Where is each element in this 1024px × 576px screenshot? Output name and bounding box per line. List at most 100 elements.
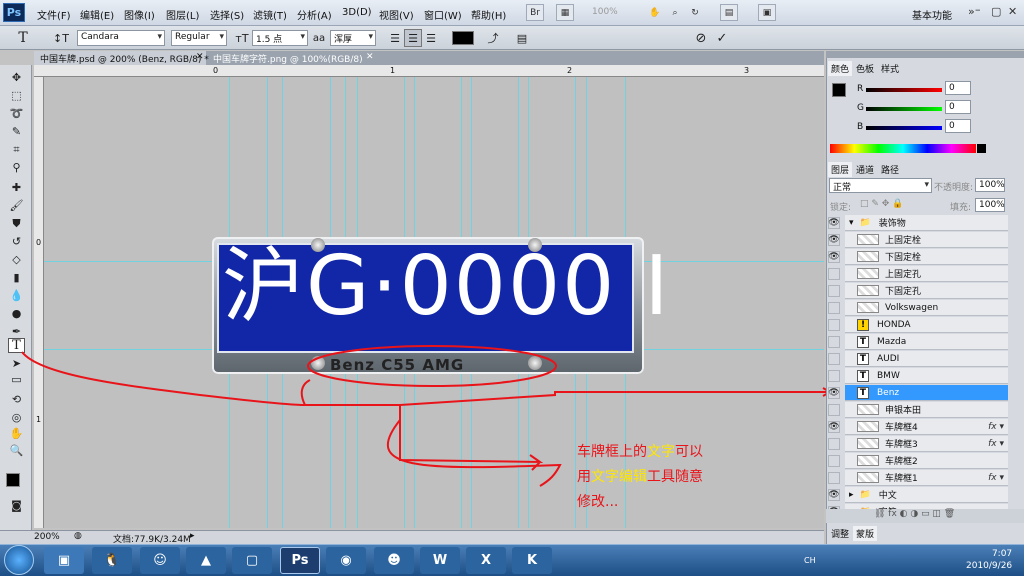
layer-visibility-toggle[interactable]: 👁 (828, 489, 840, 501)
layer-visibility-toggle[interactable] (828, 353, 840, 365)
status-info-icon[interactable]: ◍ (74, 531, 82, 541)
status-zoom[interactable]: 200% (34, 532, 60, 542)
layer-row[interactable]: 上固定栓 (845, 232, 1008, 248)
system-clock[interactable]: 7:07 2010/9/26 (966, 548, 1012, 572)
opacity-input[interactable]: 100% (975, 178, 1005, 192)
annotation-line-2: 用文字编辑工具随意 (577, 465, 703, 490)
layer-visibility-toggle[interactable] (828, 455, 840, 467)
layer-row[interactable]: 下固定孔 (845, 283, 1008, 299)
taskbar-qq-icon[interactable]: 🐧 (92, 547, 132, 574)
layer-name: AUDI (877, 353, 900, 364)
tab-color[interactable]: 颜色 (828, 61, 853, 76)
opacity-label: 不透明度: (934, 183, 974, 193)
layer-visibility-toggle[interactable] (828, 268, 840, 280)
layer-name: 车牌框2 (885, 457, 918, 467)
language-indicator[interactable]: CH (804, 556, 816, 565)
taskbar-k-icon[interactable]: K (512, 547, 552, 574)
start-button[interactable] (4, 545, 34, 575)
layer-row[interactable]: 上固定孔 (845, 266, 1008, 282)
layer-row[interactable]: T BMW (845, 368, 1008, 384)
layer-name: Benz (877, 387, 900, 398)
layer-visibility-toggle[interactable]: 👁 (828, 217, 840, 229)
layer-thumbnail (857, 251, 879, 262)
layer-name: 车牌框1 (885, 474, 918, 484)
tab-channels[interactable]: 通道 (853, 162, 877, 177)
layer-thumbnail (857, 438, 879, 449)
taskbar-window-icon[interactable]: ▢ (232, 547, 272, 574)
layer-visibility-toggle[interactable]: 👁 (828, 234, 840, 246)
layer-name: BMW (877, 370, 900, 381)
group-expand-icon[interactable]: ▸ (849, 490, 854, 500)
layer-row[interactable]: T AUDI (845, 351, 1008, 367)
layer-fx-icon[interactable]: fx ▾ (988, 473, 1004, 483)
layers-footer-icons[interactable]: ⛓ fx ◐ ◑ ▭ ◫ 🗑 (826, 509, 1024, 523)
red-slider[interactable] (866, 88, 942, 92)
layer-row[interactable]: 车牌框3 fx ▾ (845, 436, 1008, 452)
layer-name: 上固定栓 (885, 236, 922, 246)
tab-masks[interactable]: 蒙版 (853, 526, 878, 541)
taskbar-player-icon[interactable]: ◉ (326, 547, 366, 574)
layer-row[interactable]: ! HONDA (845, 317, 1008, 333)
blend-mode-select[interactable]: 正常 (829, 178, 932, 193)
taskbar-messenger-icon[interactable]: ☺ (140, 547, 180, 574)
fill-input[interactable]: 100% (975, 198, 1005, 212)
tab-swatches[interactable]: 色板 (853, 61, 877, 76)
blue-input[interactable]: 0 (945, 119, 971, 133)
green-input[interactable]: 0 (945, 100, 971, 114)
tab-layers[interactable]: 图层 (828, 162, 853, 177)
layer-row[interactable]: T Mazda (845, 334, 1008, 350)
group-expand-icon[interactable]: ▾ (849, 218, 854, 228)
layer-fx-icon[interactable]: fx ▾ (988, 439, 1004, 449)
layer-name: 中文 (878, 491, 897, 501)
taskbar-excel-icon[interactable]: X (466, 547, 506, 574)
text-layer-icon: T (857, 369, 869, 382)
layer-row[interactable]: 车牌框1 fx ▾ (845, 470, 1008, 486)
color-spectrum[interactable] (830, 144, 976, 153)
panel-dock-header (826, 51, 1024, 58)
layer-row[interactable]: 下固定栓 (845, 249, 1008, 265)
warning-icon: ! (857, 318, 869, 331)
annotation-highlight: 文字 (647, 444, 675, 460)
layer-visibility-toggle[interactable] (828, 472, 840, 484)
layer-row[interactable]: 车牌框4 fx ▾ (845, 419, 1008, 435)
layer-visibility-toggle[interactable]: 👁 (828, 387, 840, 399)
red-input[interactable]: 0 (945, 81, 971, 95)
layer-thumbnail (857, 285, 879, 296)
taskbar-browser-icon[interactable]: ☻ (374, 547, 414, 574)
tab-adjustments[interactable]: 调整 (828, 526, 852, 541)
tab-paths[interactable]: 路径 (878, 162, 902, 177)
taskbar-photoshop-icon[interactable]: Ps (280, 547, 320, 574)
green-slider[interactable] (866, 107, 942, 111)
layer-visibility-toggle[interactable] (828, 319, 840, 331)
layer-row[interactable]: T Benz (845, 385, 1008, 401)
blue-slider[interactable] (866, 126, 942, 130)
status-menu-icon[interactable]: ▸ (190, 531, 195, 541)
annotation-text: 工具随意 (647, 469, 703, 485)
spectrum-black[interactable] (977, 144, 986, 153)
taskbar-word-icon[interactable]: W (420, 547, 460, 574)
annotation-text: 用 (577, 469, 591, 485)
layer-visibility-toggle[interactable] (828, 285, 840, 297)
taskbar-app-icon[interactable]: ▲ (186, 547, 226, 574)
color-fg-swatch[interactable] (832, 83, 846, 97)
layer-visibility-toggle[interactable] (828, 370, 840, 382)
blue-label: B (857, 122, 864, 132)
annotation-text: 可以 (675, 444, 703, 460)
layer-visibility-toggle[interactable] (828, 302, 840, 314)
layer-visibility-toggle[interactable]: 👁 (828, 421, 840, 433)
taskbar-explorer-icon[interactable]: ▣ (44, 547, 84, 574)
layer-row[interactable]: ▾ 📁 装饰物 (845, 215, 1008, 231)
layer-name: HONDA (877, 319, 911, 330)
lock-icons[interactable]: □ ✎ ✥ 🔒 (860, 199, 903, 209)
layer-visibility-toggle[interactable] (828, 336, 840, 348)
layer-row[interactable]: 车牌框2 (845, 453, 1008, 469)
layer-fx-icon[interactable]: fx ▾ (988, 422, 1004, 432)
layer-visibility-toggle[interactable] (828, 404, 840, 416)
layer-visibility-toggle[interactable] (828, 438, 840, 450)
layer-row[interactable]: Volkswagen (845, 300, 1008, 316)
layer-visibility-toggle[interactable]: 👁 (828, 251, 840, 263)
layer-row[interactable]: 申银本田 (845, 402, 1008, 418)
layer-row[interactable]: ▸ 📁 中文 (845, 487, 1008, 503)
text-layer-icon: T (857, 352, 869, 365)
tab-styles[interactable]: 样式 (878, 61, 902, 76)
